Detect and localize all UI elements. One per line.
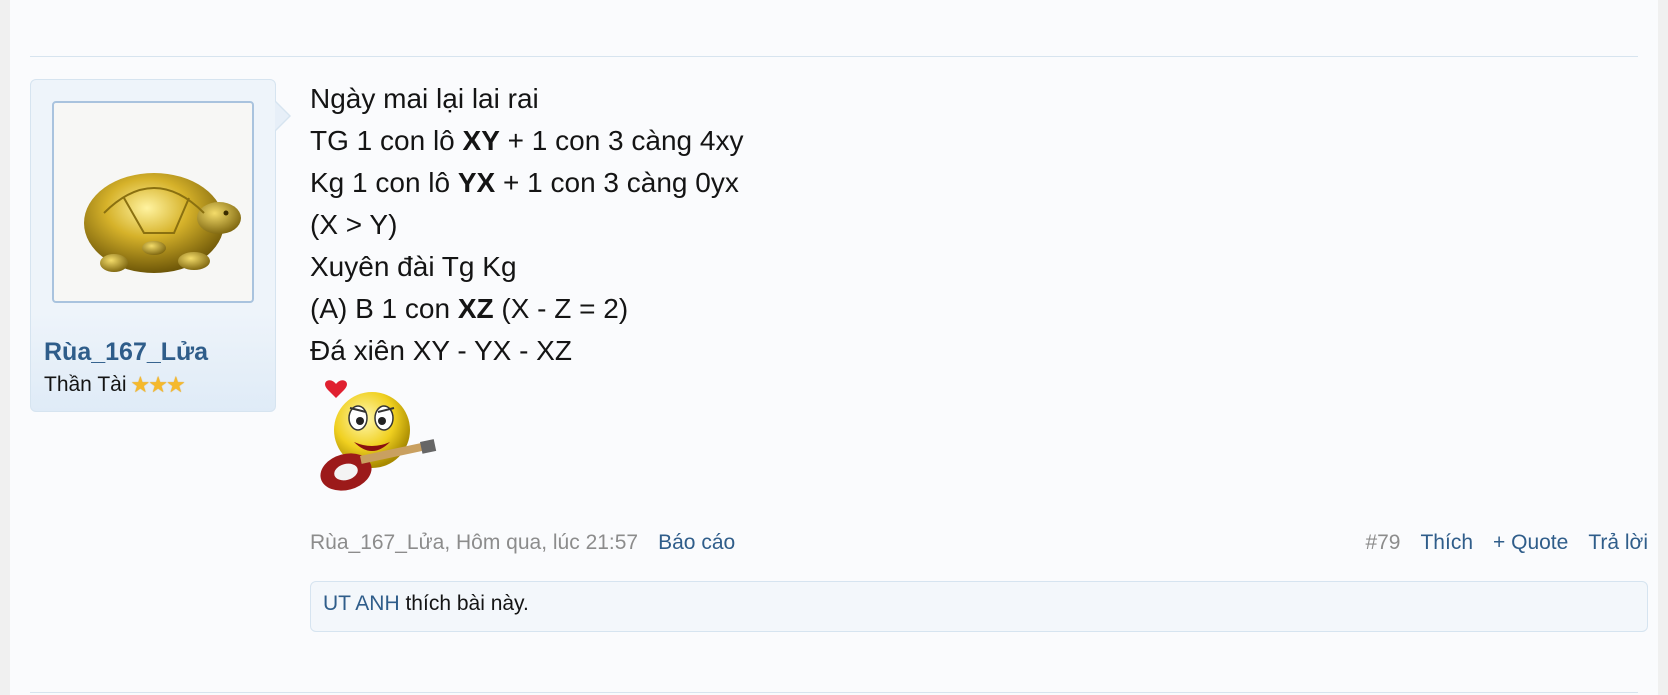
quote-button[interactable]: + Quote [1493,531,1568,555]
panel-arrow [275,102,289,130]
post-line: Xuyên đài Tg Kg [310,251,517,282]
reply-button[interactable]: Trả lời [1588,531,1648,555]
post-line: (X > Y) [310,209,398,240]
likes-text: thích bài này. [399,592,529,615]
user-rank: Thần Tài ★ ★ ★ [44,372,186,398]
post-line: (A) B 1 con XZ (X - Z = 2) [310,293,629,324]
post-actions: #79 Thích + Quote Trả lời [1365,531,1648,555]
divider-bottom [30,692,1638,693]
guitar-smiley-icon [310,372,440,502]
likes-summary: UT ANH thích bài này. [310,581,1648,632]
post-meta-left: Rùa_167_Lửa, Hôm qua, lúc 21:57 Báo cáo [310,531,735,555]
star-icon: ★ [165,372,186,397]
post-line: Kg 1 con lô YX + 1 con 3 càng 0yx [310,167,739,198]
user-info-panel: Rùa_167_Lửa Thần Tài ★ ★ ★ [30,79,291,412]
report-link[interactable]: Báo cáo [658,531,735,554]
post-content: Ngày mai lại lai rai TG 1 con lô XY + 1 … [310,78,1650,372]
post-author-time[interactable]: Rùa_167_Lửa, Hôm qua, lúc 21:57 [310,531,638,554]
post-line: Đá xiên XY - YX - XZ [310,335,572,366]
username-link[interactable]: Rùa_167_Lửa [44,338,208,367]
post-meta-bar: Rùa_167_Lửa, Hôm qua, lúc 21:57 Báo cáo #… [310,531,1648,561]
post-number-link[interactable]: #79 [1365,531,1400,555]
like-button[interactable]: Thích [1420,531,1473,555]
rank-stars: ★ ★ ★ [131,372,186,398]
liker-link[interactable]: UT ANH [323,592,400,615]
divider-top [30,56,1638,57]
post-line: TG 1 con lô XY + 1 con 3 càng 4xy [310,125,744,156]
post-line: Ngày mai lại lai rai [310,83,539,114]
golden-turtle-icon [84,173,241,273]
user-title-text: Thần Tài [44,373,127,396]
avatar[interactable] [52,101,254,303]
forum-page: Rùa_167_Lửa Thần Tài ★ ★ ★ Ngày mai lại … [10,0,1658,695]
